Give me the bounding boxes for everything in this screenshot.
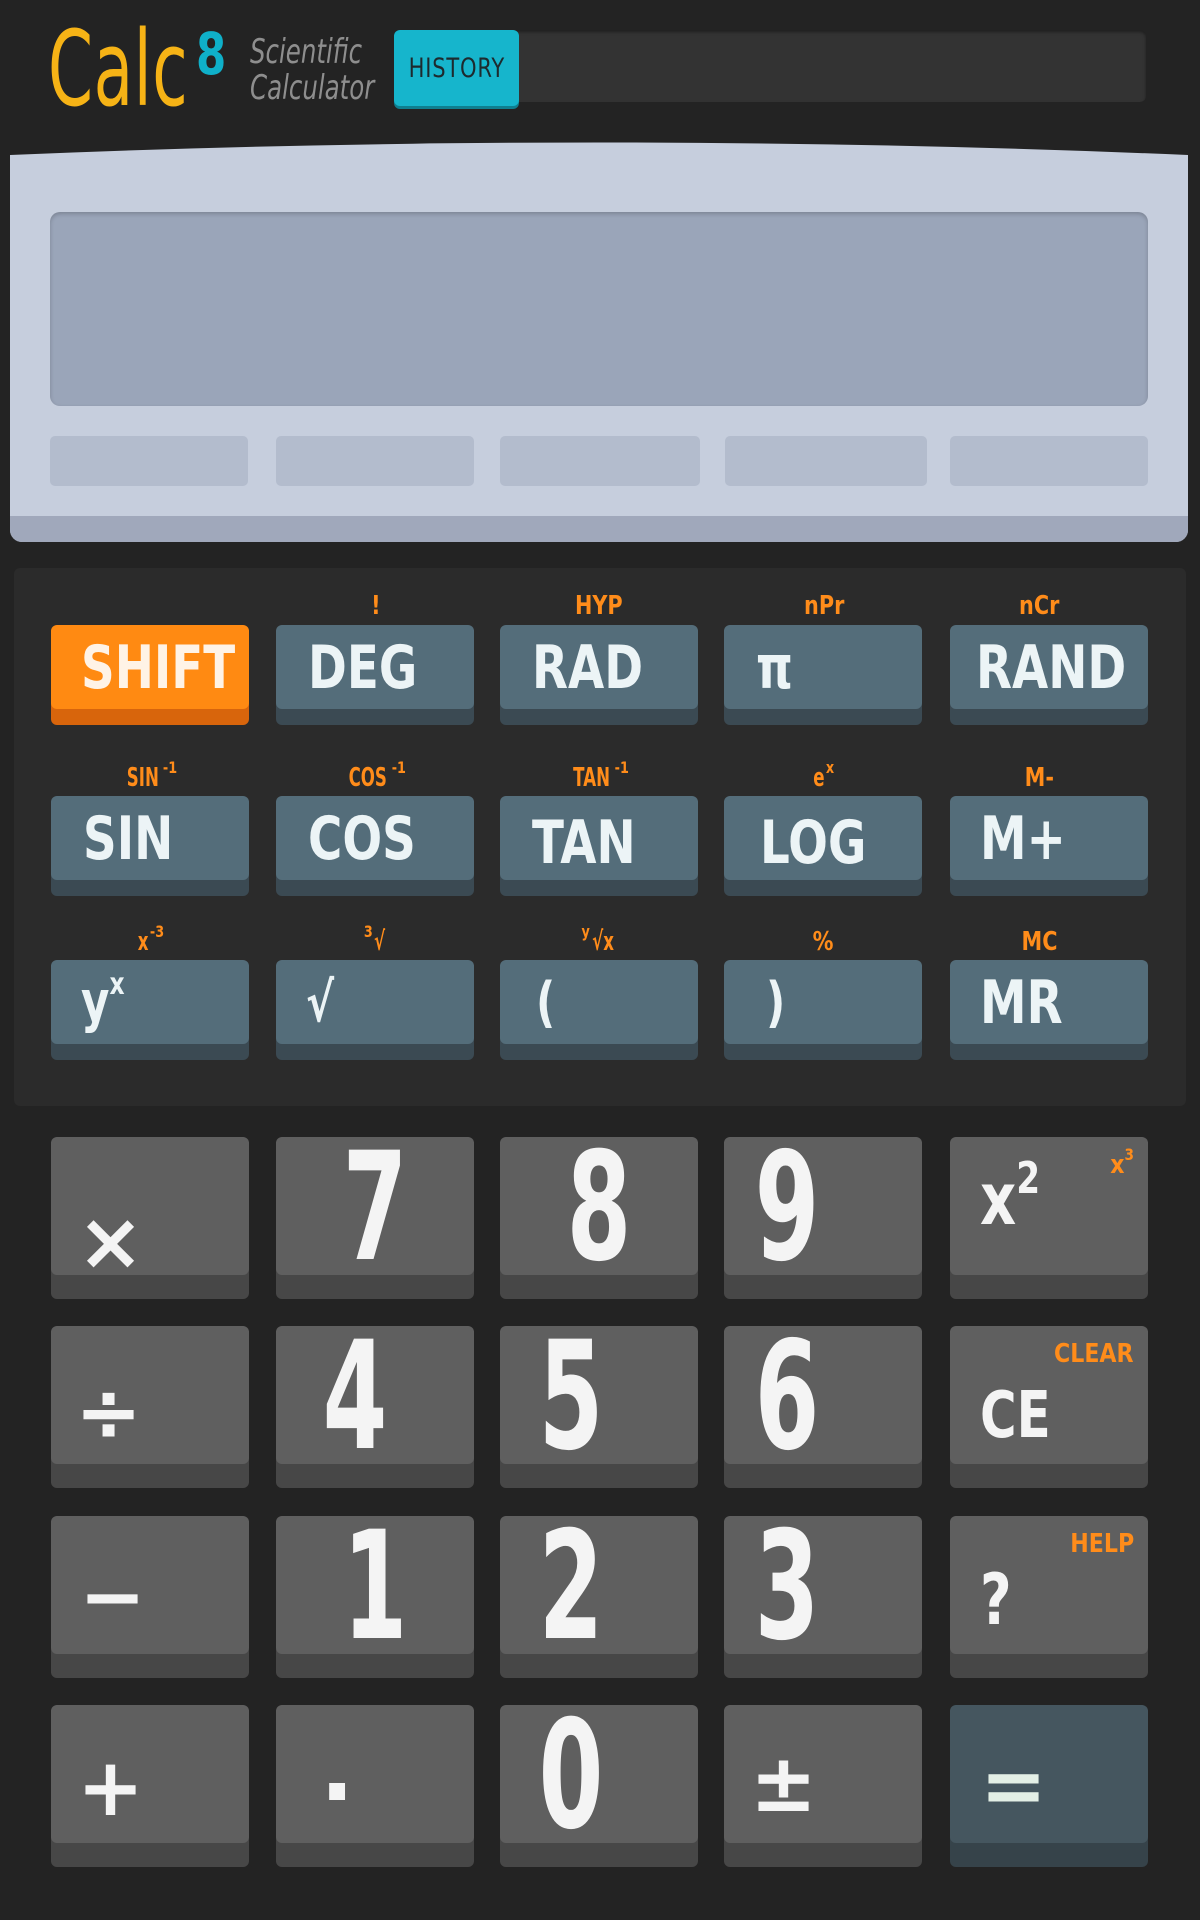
divide-button[interactable]: ÷ <box>51 1326 249 1464</box>
sublabel-arccos: COS -1 <box>348 758 407 794</box>
rad-button[interactable]: RAD <box>500 625 698 709</box>
sublabel-exp: ex <box>813 758 835 794</box>
display-panel <box>10 140 1188 542</box>
log-button[interactable]: LOG <box>724 796 922 880</box>
sublabel-ncr: nCr <box>1018 591 1060 621</box>
square-button[interactable]: x2 x3 <box>950 1137 1148 1275</box>
shift-button[interactable]: SHIFT <box>51 625 249 709</box>
help-button[interactable]: ? HELP <box>950 1516 1148 1654</box>
pi-button[interactable]: π <box>724 625 922 709</box>
cos-button[interactable]: COS <box>276 796 474 880</box>
sqrt-button[interactable]: √ <box>276 960 474 1044</box>
display-screen <box>50 212 1148 406</box>
digit-8-button[interactable]: 8 <box>500 1133 698 1283</box>
sublabel-arcsin: SIN -1 <box>126 758 178 794</box>
digit-9-button[interactable]: 9 <box>724 1133 922 1283</box>
close-paren-button[interactable]: ) <box>724 960 922 1044</box>
plus-minus-button[interactable]: ± <box>724 1705 922 1843</box>
display-indicator-1 <box>50 436 248 486</box>
deg-button[interactable]: DEG <box>276 625 474 709</box>
multiply-button[interactable]: × <box>51 1137 249 1287</box>
m-plus-button[interactable]: M+ <box>950 796 1148 880</box>
digit-5-button[interactable]: 5 <box>500 1322 698 1472</box>
digit-3-button[interactable]: 3 <box>724 1512 922 1662</box>
ce-button[interactable]: CE CLEAR <box>950 1326 1148 1464</box>
subtitle-line-2: Calculator <box>250 68 375 108</box>
logo-superscript: 8 <box>196 20 227 88</box>
display-indicator-4 <box>725 436 927 486</box>
mr-button[interactable]: MR <box>950 960 1148 1044</box>
equals-button[interactable]: = <box>950 1705 1148 1843</box>
sublabel-cube-root: 3√ <box>363 922 385 958</box>
history-button[interactable]: HISTORY <box>394 30 519 106</box>
display-indicator-2 <box>276 436 474 486</box>
sublabel-m-minus: M- <box>1024 763 1054 793</box>
display-indicator-3 <box>500 436 700 486</box>
digit-4-button[interactable]: 4 <box>276 1322 474 1472</box>
sublabel-mc: MC <box>1021 927 1057 957</box>
digit-1-button[interactable]: 1 <box>276 1512 474 1662</box>
plus-button[interactable]: + <box>51 1705 249 1843</box>
sublabel-x-neg3: x-3 <box>137 922 164 958</box>
header: Calc 8 Scientific Calculator HISTORY <box>0 0 1200 140</box>
sublabel-percent: % <box>812 927 834 957</box>
tan-button[interactable]: TAN <box>500 796 698 880</box>
sublabel-y-root: y √x <box>581 922 615 958</box>
digit-2-button[interactable]: 2 <box>500 1512 698 1662</box>
sublabel-npr: nPr <box>803 591 845 621</box>
sublabel-factorial: ! <box>371 591 381 621</box>
digit-7-button[interactable]: 7 <box>276 1133 474 1283</box>
display-indicator-5 <box>950 436 1148 486</box>
digit-6-button[interactable]: 6 <box>724 1322 922 1472</box>
sublabel-arctan: TAN -1 <box>573 758 630 794</box>
app-subtitle: Scientific Calculator <box>250 34 374 106</box>
subtitle-line-1: Scientific <box>250 32 363 72</box>
digit-0-button[interactable]: 0 <box>500 1701 698 1851</box>
minus-button[interactable]: − <box>51 1516 249 1654</box>
logo-text: Calc <box>48 8 189 130</box>
sin-button[interactable]: SIN <box>51 796 249 880</box>
open-paren-button[interactable]: ( <box>500 960 698 1044</box>
rand-button[interactable]: RAND <box>950 625 1148 709</box>
decimal-button[interactable]: . <box>276 1705 474 1843</box>
power-button[interactable]: yx <box>51 960 249 1044</box>
sublabel-hyp: HYP <box>575 591 623 621</box>
